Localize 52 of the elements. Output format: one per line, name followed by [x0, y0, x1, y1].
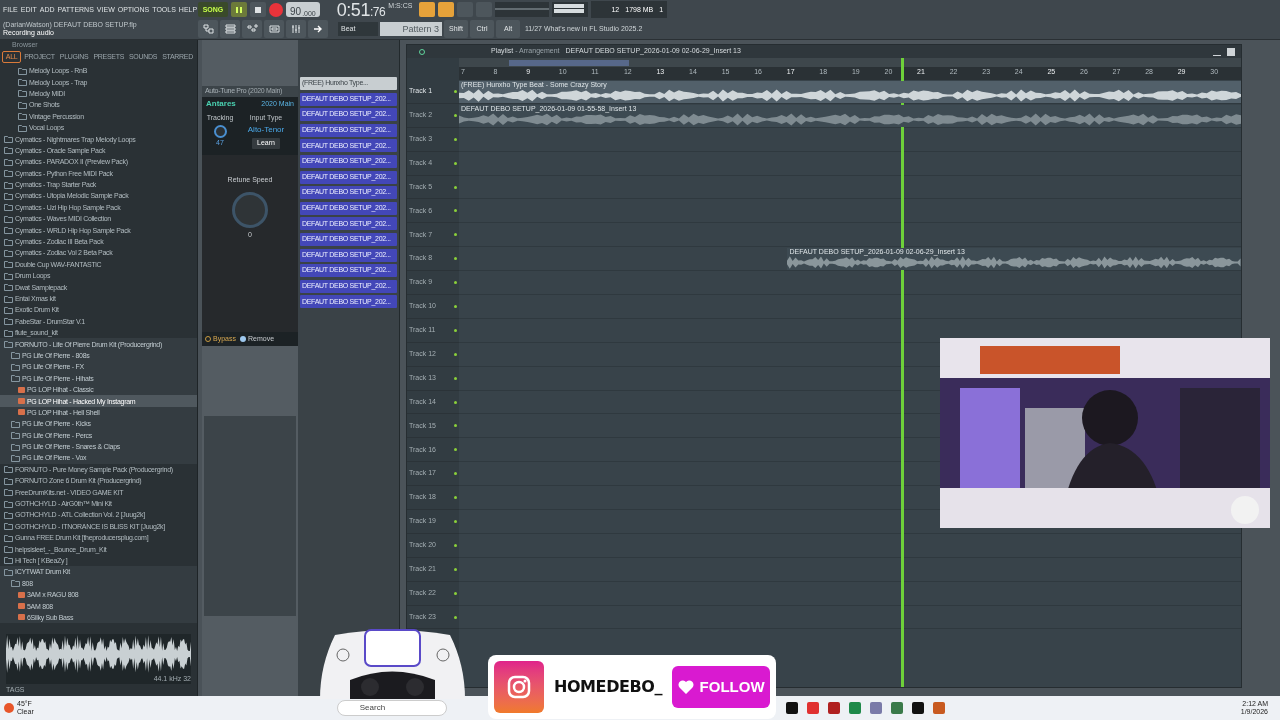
weather-icon [4, 703, 14, 713]
track-indicator-icon [454, 209, 457, 213]
taskbar-app-icon[interactable] [827, 702, 840, 714]
input-type-value: Alto-Tenor [247, 123, 285, 136]
track-indicator-icon [454, 161, 457, 165]
track-indicator-icon [454, 615, 457, 619]
browser-button[interactable] [198, 20, 218, 39]
pattern-selector[interactable]: Pattern 3 [380, 22, 442, 37]
track-indicator-icon [454, 424, 457, 428]
track-indicator-icon [454, 543, 457, 547]
brand-logo: Antares [206, 98, 236, 110]
channel-rack-icon [224, 24, 236, 35]
close-button[interactable] [1227, 47, 1235, 56]
search-field[interactable]: Search [336, 700, 447, 716]
track-indicator-icon [454, 185, 457, 189]
overview-scrollbar[interactable] [509, 59, 629, 66]
heart-icon [677, 680, 694, 694]
track-indicator-icon [454, 376, 457, 380]
song-time: 0:51:76 [336, 0, 386, 19]
track-indicator-icon [454, 257, 457, 261]
channel-rack-button[interactable] [220, 20, 240, 39]
track-indicator-icon [454, 591, 457, 595]
follow-button[interactable]: FOLLOW [672, 666, 770, 708]
track-indicator-icon [454, 89, 457, 93]
track-indicator-icon [454, 472, 457, 476]
track-indicator-icon [454, 328, 457, 332]
right-arrow-icon [313, 25, 323, 34]
track-indicator-icon [454, 496, 457, 500]
track-indicator-icon [454, 448, 457, 452]
piano-roll-button[interactable] [242, 20, 262, 39]
track-indicator-icon [454, 519, 457, 523]
tracking-knob[interactable] [213, 124, 227, 138]
track-indicator-icon [454, 137, 457, 141]
pause-button[interactable] [231, 2, 247, 18]
track-indicator-icon [454, 281, 457, 285]
stop-button[interactable] [250, 2, 266, 18]
taskbar-app-icon[interactable] [911, 702, 924, 714]
stop-icon [255, 6, 261, 13]
track-indicator-icon [454, 400, 457, 404]
track-indicator-icon [454, 352, 457, 356]
taskbar-app-icon[interactable] [785, 702, 798, 714]
arrow-button[interactable] [308, 20, 328, 39]
pause-icon [236, 6, 242, 13]
track-indicator-icon [454, 567, 457, 571]
mixer-icon [290, 24, 302, 35]
track-indicator-icon [454, 304, 457, 308]
track-indicator-icon [454, 233, 457, 237]
playlist-button[interactable] [264, 20, 284, 39]
mixer-button[interactable] [286, 20, 306, 39]
channel-handle: HOMEDEBO_ [553, 676, 663, 698]
instagram-icon [494, 661, 544, 713]
track-indicator-icon [454, 113, 457, 117]
